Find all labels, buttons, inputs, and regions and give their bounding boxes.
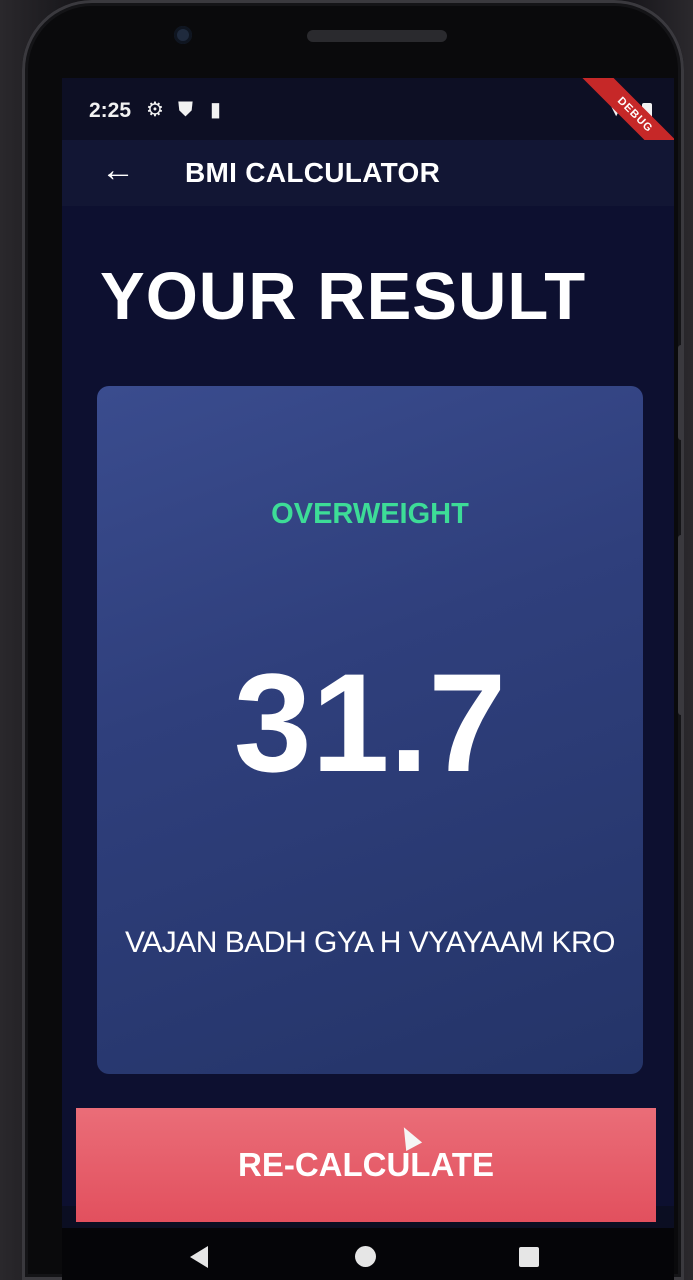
home-circle-icon[interactable]	[355, 1246, 376, 1267]
bmi-advice: VAJAN BADH GYA H VYAYAAM KRO	[124, 926, 616, 959]
device-screen: 2:25 ⚙ ⛊ ▮ ▼ ◢ DEBUG ← BMI CALCULATOR YO…	[62, 78, 674, 1280]
recalculate-label: RE-CALCULATE	[237, 1146, 495, 1183]
result-card: OVERWEIGHT 31.7 VAJAN BADH GYA H VYAYAAM…	[97, 386, 643, 1074]
recalculate-button[interactable]: RE-CALCULATE	[76, 1108, 656, 1222]
settings-icon: ⚙	[146, 99, 164, 121]
app-title: BMI CALCULATOR	[185, 157, 441, 188]
back-arrow-icon[interactable]: ←	[96, 150, 140, 194]
system-nav-bar	[62, 1228, 674, 1280]
recents-square-icon[interactable]	[519, 1247, 539, 1267]
power-button	[678, 345, 684, 440]
app-bar: ← BMI CALCULATOR	[62, 140, 674, 206]
status-bar: 2:25 ⚙ ⛊ ▮ ▼ ◢ DEBUG	[62, 78, 674, 169]
sd-card-icon: ▮	[210, 99, 222, 121]
phone-frame: 2:25 ⚙ ⛊ ▮ ▼ ◢ DEBUG ← BMI CALCULATOR YO…	[22, 0, 684, 1280]
back-triangle-icon[interactable]	[190, 1246, 208, 1268]
result-page: YOUR RESULT OVERWEIGHT 31.7 VAJAN BADH G…	[62, 206, 674, 1206]
earpiece-speaker	[307, 30, 447, 42]
status-time: 2:25	[89, 99, 132, 122]
page-title: YOUR RESULT	[100, 259, 587, 334]
bmi-category: OVERWEIGHT	[271, 498, 469, 530]
shield-icon: ⛊	[178, 99, 193, 121]
volume-button	[678, 535, 684, 715]
bmi-value: 31.7	[233, 644, 507, 801]
front-camera	[174, 26, 192, 44]
